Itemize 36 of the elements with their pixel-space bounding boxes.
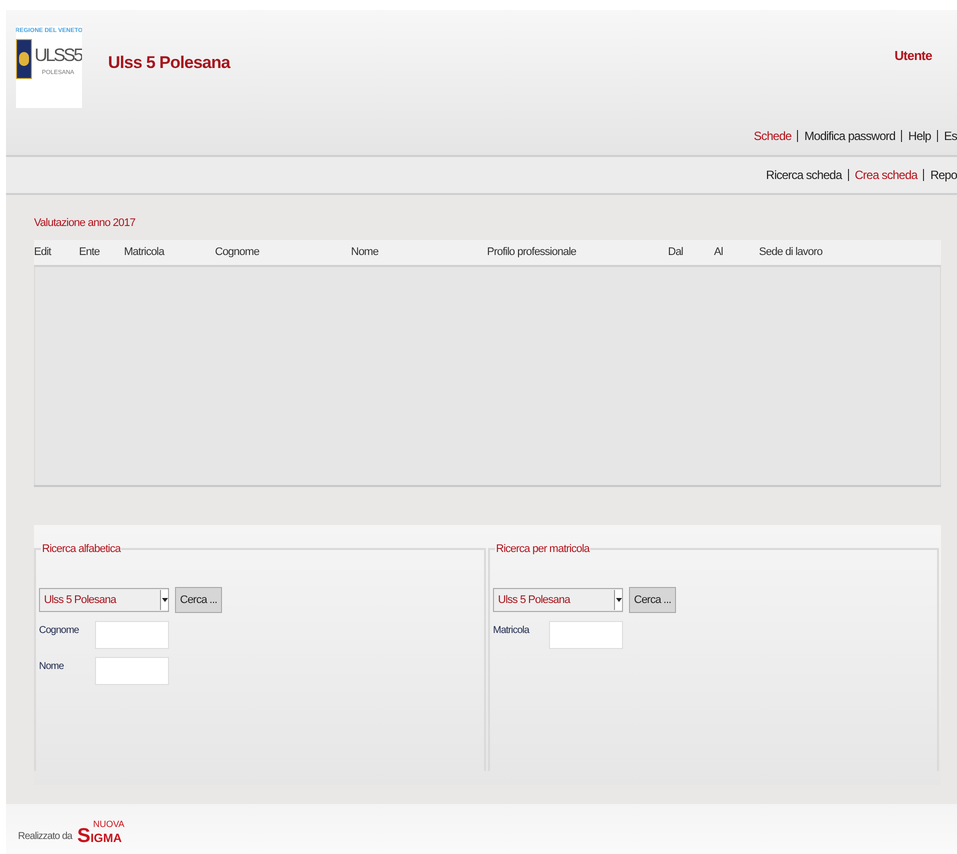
nav-link[interactable]: Schede bbox=[754, 127, 792, 145]
column-header: Al bbox=[714, 244, 724, 260]
dropdown-caret-icon bbox=[160, 590, 168, 610]
panel-legend: Ricerca per matricola bbox=[495, 540, 590, 557]
column-header: Profilo professionale bbox=[487, 244, 578, 260]
nav-link[interactable]: Repo bbox=[930, 166, 957, 184]
emblem-icon bbox=[16, 39, 32, 79]
text-input-field[interactable] bbox=[549, 621, 623, 649]
column-header: Sede di lavoro bbox=[759, 244, 824, 260]
field-label: Cognome bbox=[39, 624, 80, 638]
field-label: Matricola bbox=[493, 624, 530, 638]
section-title: Valutazione anno 2017 bbox=[34, 216, 136, 231]
field-label: Nome bbox=[39, 660, 65, 674]
column-header: Edit bbox=[34, 244, 52, 260]
company-logo: NUOVA SIGMA bbox=[77, 818, 124, 844]
search-button[interactable]: Cerca ... bbox=[629, 587, 676, 613]
nav-link[interactable]: Modifica password bbox=[804, 127, 896, 145]
column-header: Dal bbox=[668, 244, 684, 260]
panel-legend: Ricerca alfabetica bbox=[41, 540, 122, 557]
organization-select[interactable]: Ulss 5 Polesana bbox=[39, 588, 169, 612]
column-header: Nome bbox=[351, 244, 380, 260]
search-button[interactable]: Cerca ... bbox=[175, 587, 222, 613]
nav-link[interactable]: Crea scheda bbox=[854, 166, 918, 184]
site-title: Ulss 5 Polesana bbox=[108, 52, 230, 74]
column-header: Cognome bbox=[215, 244, 260, 260]
column-header: Ente bbox=[79, 244, 101, 260]
text-input-field[interactable] bbox=[95, 621, 169, 649]
organization-select[interactable]: Ulss 5 Polesana bbox=[493, 588, 623, 612]
nav-link[interactable]: Es bbox=[944, 127, 957, 145]
text-input-field[interactable] bbox=[95, 657, 169, 685]
dropdown-caret-icon bbox=[614, 590, 622, 610]
nav-link[interactable]: Ricerca scheda bbox=[766, 166, 842, 184]
credit-text: Realizzato da bbox=[18, 830, 72, 844]
user-name[interactable]: Utente bbox=[894, 46, 932, 66]
column-header: Matricola bbox=[124, 244, 166, 260]
nav-link[interactable]: Help bbox=[908, 127, 931, 145]
